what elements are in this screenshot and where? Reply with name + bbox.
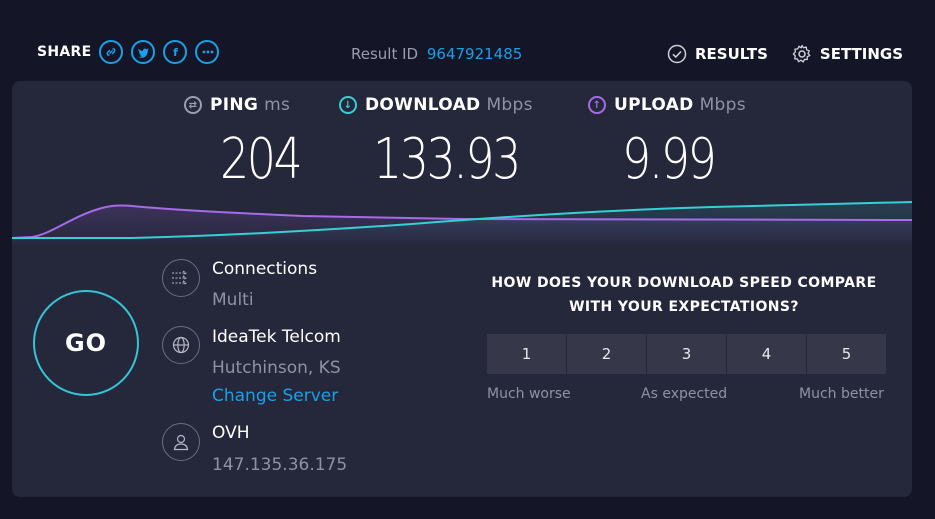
upload-label: UPLOAD — [614, 95, 694, 115]
user-icon — [162, 423, 200, 461]
rating-option-1[interactable]: 1 — [487, 334, 566, 374]
go-button[interactable]: GO — [33, 290, 139, 396]
rating-low-label: Much worse — [487, 386, 571, 402]
ping-label: PING — [210, 95, 259, 115]
isp-name: IdeaTek Telcom — [212, 327, 341, 347]
settings-button[interactable]: SETTINGS — [792, 44, 903, 64]
top-bar: SHARE f ••• Result ID 9647921485 RESULTS… — [0, 0, 935, 80]
host-ip: 147.135.36.175 — [212, 455, 348, 475]
results-label: RESULTS — [695, 45, 768, 63]
upload-value: 9.99 — [622, 127, 717, 192]
isp-location: Hutchinson, KS — [212, 358, 341, 378]
twitter-icon[interactable] — [131, 40, 156, 64]
result-id-link[interactable]: 9647921485 — [427, 45, 522, 63]
gear-icon — [792, 44, 811, 63]
download-value: 133.93 — [373, 127, 521, 192]
results-panel: ⇄ PING ms 204 ↓ DOWNLOAD Mbps 133.93 ↑ U… — [12, 81, 912, 497]
ping-value: 204 — [220, 127, 303, 192]
upload-arrow-icon: ↑ — [588, 96, 606, 114]
rating-option-3[interactable]: 3 — [647, 334, 726, 374]
ping-unit: ms — [264, 95, 291, 115]
share-bar: SHARE f ••• — [37, 40, 227, 64]
ping-icon: ⇄ — [184, 96, 202, 114]
upload-metric: ↑ UPLOAD Mbps 9.99 — [588, 95, 746, 192]
result-id-label: Result ID — [351, 45, 419, 63]
share-label: SHARE — [37, 44, 92, 60]
survey-question: HOW DOES YOUR DOWNLOAD SPEED COMPARE WIT… — [491, 275, 877, 315]
connections-value: Multi — [212, 290, 254, 310]
connections-icon — [162, 259, 200, 297]
download-label: DOWNLOAD — [365, 95, 481, 115]
download-arrow-icon: ↓ — [339, 96, 357, 114]
change-server-link[interactable]: Change Server — [212, 386, 338, 406]
connections-title: Connections — [212, 259, 318, 279]
ping-metric: ⇄ PING ms 204 — [184, 95, 303, 192]
rating-high-label: Much better — [799, 386, 884, 402]
results-button[interactable]: RESULTS — [667, 44, 768, 64]
top-right-nav: RESULTS SETTINGS — [643, 44, 903, 64]
check-circle-icon — [667, 44, 687, 64]
download-metric: ↓ DOWNLOAD Mbps 133.93 — [339, 95, 533, 192]
speed-graph — [12, 201, 912, 246]
download-unit: Mbps — [486, 95, 533, 115]
rating-option-5[interactable]: 5 — [807, 334, 886, 374]
more-icon[interactable]: ••• — [195, 40, 220, 64]
globe-icon — [162, 326, 200, 364]
link-icon[interactable] — [99, 40, 124, 64]
settings-label: SETTINGS — [819, 45, 903, 63]
rating-mid-label: As expected — [641, 386, 728, 402]
facebook-icon[interactable]: f — [163, 40, 188, 64]
rating-option-4[interactable]: 4 — [727, 334, 806, 374]
rating-option-2[interactable]: 2 — [567, 334, 646, 374]
host-name: OVH — [212, 423, 250, 443]
rating-scale: 1 2 3 4 5 — [487, 334, 886, 374]
result-id-block: Result ID 9647921485 — [351, 45, 522, 63]
upload-unit: Mbps — [699, 95, 746, 115]
